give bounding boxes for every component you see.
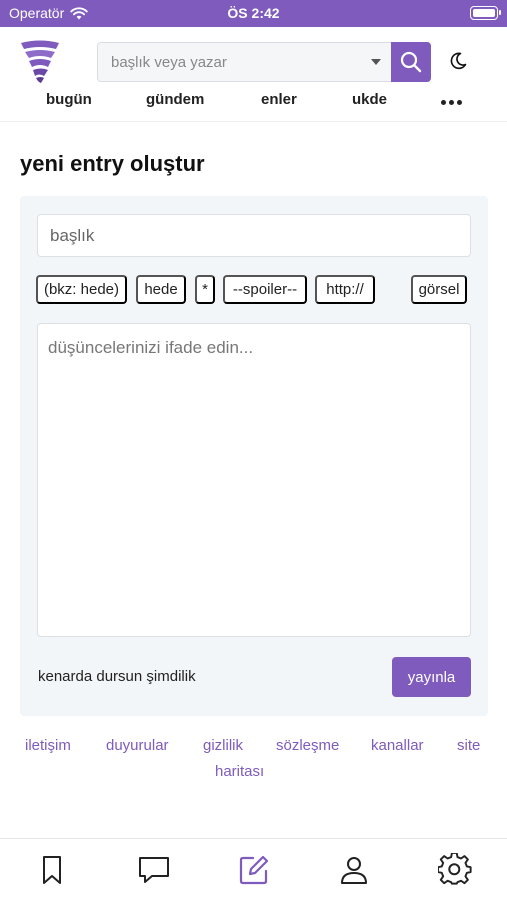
title-input[interactable] (37, 214, 471, 257)
search-button[interactable] (391, 42, 431, 82)
battery-icon (470, 6, 501, 20)
entry-form: (bkz: hede) hede * --spoiler-- http:// g… (20, 196, 488, 716)
footer-link-iletisim[interactable]: iletişim (25, 737, 71, 754)
publish-button[interactable]: yayınla (392, 657, 471, 697)
status-bar: Operatör ÖS 2:42 (0, 0, 507, 27)
footer-link-kanallar[interactable]: kanallar (371, 737, 424, 754)
image-button[interactable]: görsel (411, 275, 467, 304)
search-input[interactable] (98, 43, 392, 81)
footer-link-sozlesme[interactable]: sözleşme (276, 737, 339, 754)
more-menu-icon[interactable] (441, 100, 462, 105)
page-title: yeni entry oluştur (20, 151, 205, 176)
messages-icon (139, 857, 169, 883)
tab-bookmarks[interactable] (35, 853, 69, 887)
save-draft-link[interactable]: kenarda dursun şimdilik (38, 668, 196, 685)
app-logo-icon[interactable] (20, 40, 60, 84)
footer-link-haritasi[interactable]: haritası (215, 763, 264, 780)
dark-mode-moon-icon[interactable] (448, 51, 468, 71)
tab-settings[interactable] (438, 853, 472, 887)
main-nav: bugün gündem enler ukde (0, 89, 507, 113)
bottom-tab-bar (0, 838, 507, 900)
nav-item-bugun[interactable]: bugün (46, 91, 92, 108)
settings-icon (438, 853, 472, 885)
status-time: ÖS 2:42 (227, 5, 280, 21)
footer-link-gizlilik[interactable]: gizlilik (203, 737, 243, 754)
footer-link-site[interactable]: site (457, 737, 480, 754)
nav-item-ukde[interactable]: ukde (352, 91, 387, 108)
asterisk-button[interactable]: * (195, 275, 215, 304)
search-icon (400, 51, 422, 73)
tab-profile[interactable] (337, 853, 371, 887)
footer-link-duyurular[interactable]: duyurular (106, 737, 169, 754)
search-box (97, 42, 431, 82)
bkz-button[interactable]: (bkz: hede) (36, 275, 127, 304)
app-header: bugün gündem enler ukde (0, 27, 507, 122)
tab-compose[interactable] (237, 853, 271, 887)
link-button[interactable]: http:// (315, 275, 375, 304)
chevron-down-icon[interactable] (371, 59, 381, 65)
profile-icon (341, 857, 367, 884)
spoiler-button[interactable]: --spoiler-- (223, 275, 307, 304)
compose-icon (239, 855, 269, 885)
nav-item-enler[interactable]: enler (261, 91, 297, 108)
bookmark-icon (43, 856, 61, 884)
nav-item-gundem[interactable]: gündem (146, 91, 204, 108)
entry-body-textarea[interactable] (37, 323, 471, 637)
tab-messages[interactable] (137, 853, 171, 887)
hede-button[interactable]: hede (136, 275, 186, 304)
